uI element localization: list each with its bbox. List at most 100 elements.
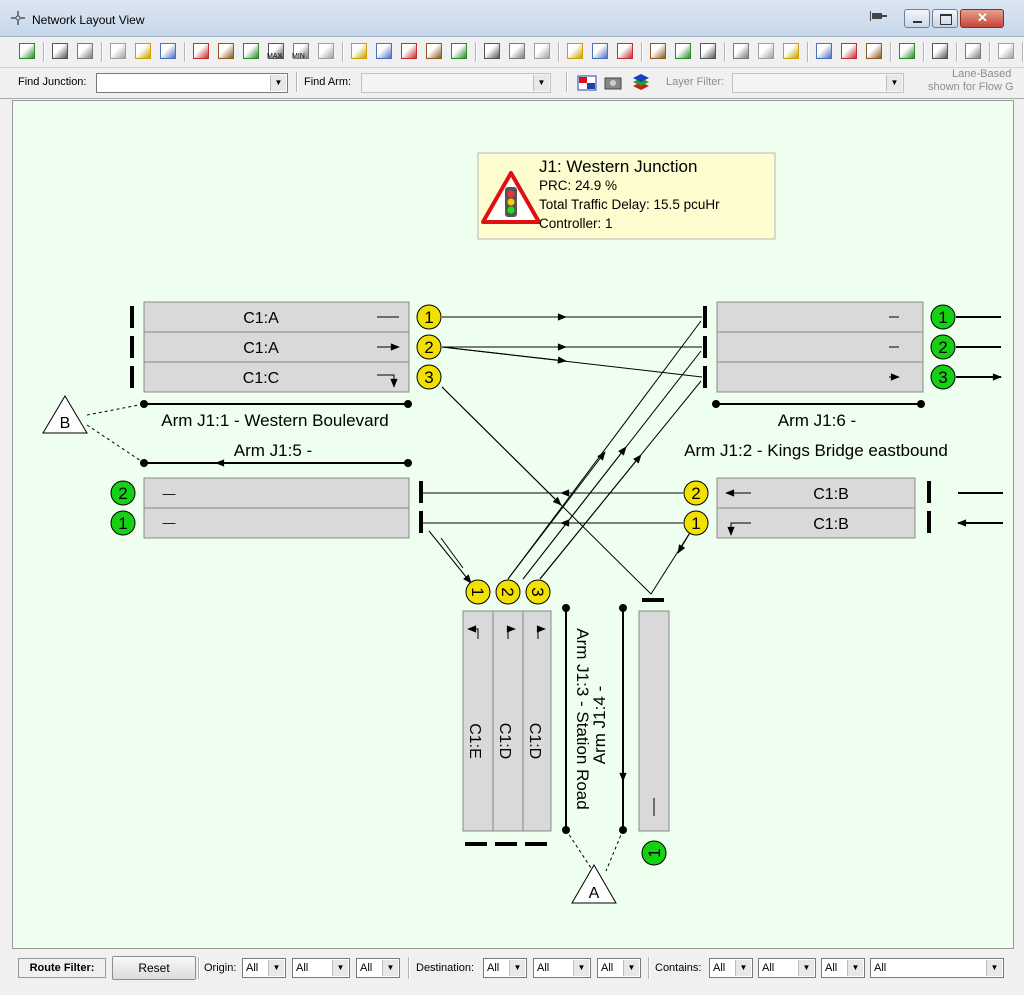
- window-icon: [700, 43, 716, 59]
- route-filter-title: Route Filter:: [18, 958, 106, 978]
- reset-button[interactable]: Reset: [112, 956, 196, 980]
- globe-button[interactable]: [995, 40, 1017, 62]
- destination-select-2[interactable]: All ▼: [533, 958, 591, 978]
- lane-west-out-1[interactable]: [143, 507, 410, 539]
- paste-icon: [160, 43, 176, 59]
- zoom-in-button[interactable]: [215, 40, 237, 62]
- arm-j1-1[interactable]: C1:A C1:A C1:C: [130, 301, 410, 393]
- zoom-fit-icon: [193, 43, 209, 59]
- layers-icon[interactable]: [630, 72, 652, 94]
- find-arm-select[interactable]: ▼: [361, 73, 551, 93]
- warning-button[interactable]: [896, 40, 918, 62]
- signal-button[interactable]: [647, 40, 669, 62]
- contains-select-2[interactable]: All ▼: [758, 958, 816, 978]
- arm-j1-4[interactable]: [638, 598, 670, 832]
- minimize-icon: [913, 21, 922, 23]
- arm-j1-6[interactable]: [703, 301, 924, 393]
- flow-edit-button[interactable]: [755, 40, 777, 62]
- marker-label: 2: [118, 484, 127, 503]
- zone-a-label: A: [589, 885, 600, 902]
- network-canvas[interactable]: J1: Western Junction PRC: 24.9 % Total T…: [12, 100, 1014, 949]
- stage-icon: [932, 43, 948, 59]
- maximize-button[interactable]: [932, 9, 958, 28]
- flow-edit-icon: [758, 43, 774, 59]
- connector-remove-button[interactable]: [531, 40, 553, 62]
- arm-j1-5[interactable]: — —: [143, 477, 423, 539]
- paste-button[interactable]: [157, 40, 179, 62]
- arm-j1-3[interactable]: C1:E C1:D C1:D: [462, 610, 552, 846]
- arm-label-j1-2: Arm J1:2 - Kings Bridge eastbound: [684, 441, 948, 460]
- print-preview-icon: [77, 43, 93, 59]
- connector-add-icon: [509, 43, 525, 59]
- chevron-down-icon: ▼: [623, 960, 639, 976]
- chevron-down-icon: ▼: [986, 960, 1002, 976]
- flow-copy-icon: [841, 43, 857, 59]
- flow-add-button[interactable]: [813, 40, 835, 62]
- window-button[interactable]: [697, 40, 719, 62]
- pin-icon[interactable]: [870, 9, 888, 23]
- flow-button[interactable]: [730, 40, 752, 62]
- copy-button[interactable]: [132, 40, 154, 62]
- zoom-box-button[interactable]: [315, 40, 337, 62]
- arm-label-j1-1: Arm J1:1 - Western Boulevard: [161, 411, 388, 430]
- flow-copy-button[interactable]: [838, 40, 860, 62]
- contains-select-3[interactable]: All ▼: [821, 958, 865, 978]
- zoom-min-button[interactable]: MIN: [290, 40, 312, 62]
- layer-filter-select[interactable]: ▼: [732, 73, 904, 93]
- arm-label-j1-4: Arm J1:4 -: [590, 686, 609, 764]
- find-junction-label: Find Junction:: [18, 76, 87, 88]
- print-icon: [52, 43, 68, 59]
- stripes-icon: [567, 43, 583, 59]
- zoom-max-button[interactable]: MAX: [265, 40, 287, 62]
- connector-button[interactable]: [481, 40, 503, 62]
- chevron-down-icon: ▼: [509, 960, 525, 976]
- lane-south-in-2[interactable]: [492, 610, 524, 832]
- chevron-down-icon: ▼: [533, 75, 549, 91]
- marker-label: 2: [424, 338, 433, 357]
- lane-south-in-1[interactable]: [462, 610, 494, 832]
- origin-select-2[interactable]: All ▼: [292, 958, 350, 978]
- lane-label: C1:E: [466, 723, 483, 759]
- lanes-remove-button[interactable]: [448, 40, 470, 62]
- close-button[interactable]: ✕: [960, 9, 1004, 28]
- flow-remove-button[interactable]: [863, 40, 885, 62]
- contains-select-1[interactable]: All ▼: [709, 958, 753, 978]
- minimize-button[interactable]: [904, 9, 930, 28]
- zoom-out-icon: [243, 43, 259, 59]
- stage-remove-button[interactable]: [962, 40, 984, 62]
- destination-select-3[interactable]: All ▼: [597, 958, 641, 978]
- origin-select-3[interactable]: All ▼: [356, 958, 400, 978]
- print-button[interactable]: [49, 40, 71, 62]
- contains-select-4[interactable]: All ▼: [870, 958, 1004, 978]
- stripes-button[interactable]: [564, 40, 586, 62]
- network-button[interactable]: [16, 40, 38, 62]
- chevron-down-icon: ▼: [268, 960, 284, 976]
- scenario-icon[interactable]: [577, 73, 597, 93]
- destination-select-1[interactable]: All ▼: [483, 958, 527, 978]
- find-junction-select[interactable]: ▼: [96, 73, 288, 93]
- export-button[interactable]: [107, 40, 129, 62]
- origin-select-1[interactable]: All ▼: [242, 958, 286, 978]
- pencil-button[interactable]: [589, 40, 611, 62]
- lane-west-out-2[interactable]: [143, 477, 410, 509]
- edit-arm-button[interactable]: [348, 40, 370, 62]
- connector-add-button[interactable]: [506, 40, 528, 62]
- link-button[interactable]: [614, 40, 636, 62]
- lanes-add-button[interactable]: [423, 40, 445, 62]
- arm-j1-2[interactable]: C1:B C1:B: [716, 477, 931, 539]
- flow-delete-icon: [783, 43, 799, 59]
- camera-icon[interactable]: [603, 73, 623, 93]
- lane-label: C1:B: [813, 516, 849, 533]
- pages-button[interactable]: [672, 40, 694, 62]
- delete-arm-button[interactable]: [373, 40, 395, 62]
- destination-label: Destination:: [416, 962, 475, 974]
- lanes-button[interactable]: [398, 40, 420, 62]
- stage-button[interactable]: [929, 40, 951, 62]
- lane-based-line1: Lane-Based: [952, 68, 1012, 80]
- flow-remove-icon: [866, 43, 882, 59]
- zoom-out-button[interactable]: [240, 40, 262, 62]
- zoom-fit-button[interactable]: [190, 40, 212, 62]
- lane-south-in-3[interactable]: [522, 610, 552, 832]
- flow-delete-button[interactable]: [780, 40, 802, 62]
- print-preview-button[interactable]: [74, 40, 96, 62]
